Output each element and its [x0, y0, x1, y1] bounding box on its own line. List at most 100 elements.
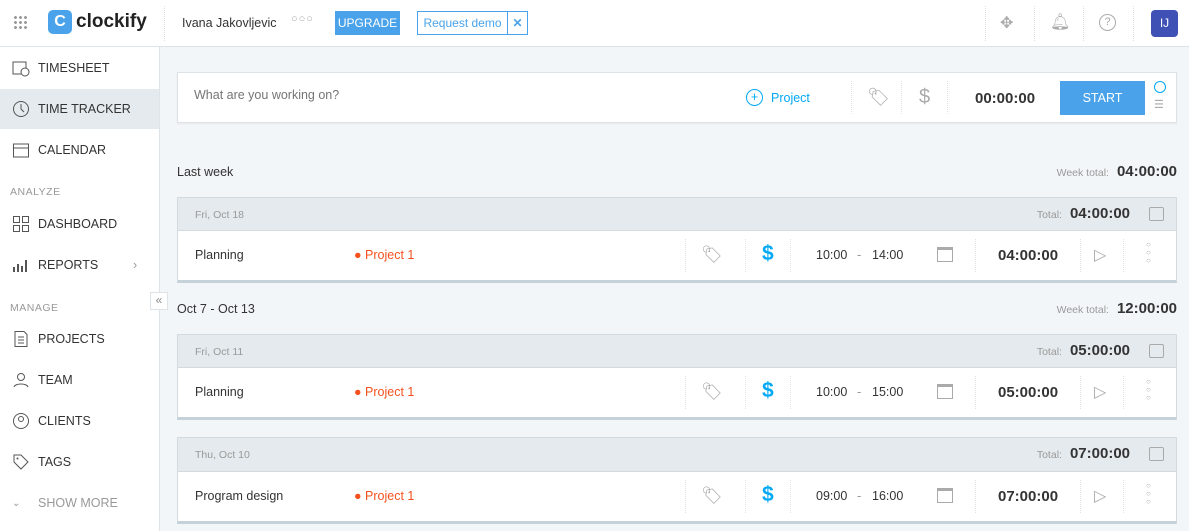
sidebar-item-reports[interactable]: REPORTS › [0, 245, 159, 285]
clockify-logo[interactable]: C clockify [48, 10, 147, 34]
sidebar-item-team[interactable]: TEAM [0, 360, 159, 400]
billable-icon[interactable]: $ [762, 242, 774, 266]
bulk-edit-icon[interactable] [1149, 447, 1164, 461]
sidebar-item-calendar[interactable]: CALENDAR [0, 130, 159, 170]
day-total: 05:00:00 [1069, 342, 1130, 359]
project-picker[interactable]: + Project [746, 89, 810, 106]
tag-icon[interactable]: 🏷︎ [701, 245, 723, 265]
entry-end-time[interactable]: 16:00 [872, 489, 903, 503]
section-analyze: ANALYZE [10, 186, 61, 198]
sidebar-item-projects[interactable]: PROJECTS [0, 319, 159, 359]
sidebar-item-clients[interactable]: CLIENTS [0, 401, 159, 441]
sidebar-item-dashboard[interactable]: DASHBOARD [0, 204, 159, 244]
day-total: 04:00:00 [1069, 205, 1130, 222]
reports-icon [13, 260, 27, 272]
sidebar-item-timesheet[interactable]: TIMESHEET [0, 48, 159, 88]
entry-end-time[interactable]: 15:00 [872, 385, 903, 399]
entry-end-time[interactable]: 14:00 [872, 248, 903, 262]
timer-mode-clock-icon[interactable] [1154, 81, 1166, 93]
week-header: Oct 7 - Oct 13 Week total: 12:00:00 [177, 300, 1177, 320]
help-icon[interactable]: ? [1099, 14, 1116, 31]
description-input[interactable] [194, 88, 694, 102]
entry-project[interactable]: ● Project 1 [354, 489, 414, 503]
section-manage: MANAGE [10, 302, 59, 314]
sidebar-item-label: PROJECTS [38, 332, 105, 346]
play-icon[interactable]: ▷ [1094, 382, 1106, 402]
entry-duration[interactable]: 05:00:00 [998, 384, 1058, 401]
day-date: Thu, Oct 10 [195, 449, 250, 461]
apps-grid-icon[interactable] [13, 15, 28, 30]
calendar-icon [13, 143, 29, 158]
more-options-icon[interactable]: ○ ○ ○ [1146, 378, 1154, 402]
sidebar-item-label: TEAM [38, 373, 73, 387]
close-icon[interactable]: ✕ [508, 12, 527, 34]
sidebar-item-label: CLIENTS [38, 414, 91, 428]
entry-duration[interactable]: 04:00:00 [998, 247, 1058, 264]
sidebar-item-time-tracker[interactable]: TIME TRACKER [0, 89, 159, 129]
week-total: 12:00:00 [1116, 300, 1177, 317]
sidebar-item-tags[interactable]: TAGS [0, 442, 159, 482]
billable-icon[interactable]: $ [919, 86, 930, 109]
entry-start-time[interactable]: 10:00 [816, 248, 847, 262]
more-dots-icon[interactable]: ○○○ [291, 13, 314, 25]
show-more-button[interactable]: ⌄ SHOW MORE [0, 483, 159, 523]
entry-description[interactable]: Program design [195, 489, 283, 503]
calendar-icon[interactable] [937, 384, 953, 399]
more-options-icon[interactable]: ○ ○ ○ [1146, 241, 1154, 265]
collapse-sidebar-button[interactable]: « [150, 292, 168, 310]
project-label: Project [771, 90, 810, 105]
bell-icon[interactable]: 🔔︎ [1050, 12, 1070, 32]
bulk-edit-icon[interactable] [1149, 207, 1164, 221]
brand-name: clockify [76, 11, 147, 32]
entry-description[interactable]: Planning [195, 248, 244, 262]
play-icon[interactable]: ▷ [1094, 245, 1106, 265]
tag-icon[interactable]: 🏷︎ [701, 382, 723, 402]
logo-icon: C [48, 10, 72, 34]
entry-project[interactable]: ● Project 1 [354, 385, 414, 399]
request-demo-button[interactable]: Request demo ✕ [417, 11, 528, 35]
day-total-label: Total: [1036, 209, 1062, 221]
entry-description[interactable]: Planning [195, 385, 244, 399]
time-entry-row: Planning ● Project 1 🏷︎ $ 10:00 - 14:00 … [177, 230, 1177, 283]
tag-icon[interactable]: 🏷︎ [701, 486, 723, 506]
avatar[interactable]: IJ [1151, 10, 1178, 37]
entry-start-time[interactable]: 10:00 [816, 385, 847, 399]
entry-project[interactable]: ● Project 1 [354, 248, 414, 262]
project-name: Project 1 [365, 489, 415, 503]
billable-icon[interactable]: $ [762, 379, 774, 403]
top-bar: C clockify Ivana Jakovljevic ○○○ UPGRADE… [0, 0, 1189, 47]
divider [1083, 6, 1084, 41]
sidebar-item-label: TAGS [38, 455, 72, 469]
clock-icon [13, 101, 29, 117]
day-date: Fri, Oct 11 [195, 346, 244, 358]
puzzle-icon[interactable]: ✥ [1000, 13, 1013, 33]
entry-duration[interactable]: 07:00:00 [998, 488, 1058, 505]
entry-start-time[interactable]: 09:00 [816, 489, 847, 503]
week-total-label: Week total: [1056, 304, 1109, 316]
divider [164, 6, 165, 41]
week-total: 04:00:00 [1116, 163, 1177, 180]
day-total-label: Total: [1036, 449, 1062, 461]
day-header: Fri, Oct 11 Total: 05:00:00 [177, 334, 1177, 368]
chevron-right-icon: › [133, 258, 138, 272]
workspace-user[interactable]: Ivana Jakovljevic [182, 16, 277, 30]
day-total: 07:00:00 [1069, 445, 1130, 462]
manual-mode-list-icon[interactable]: ☰ [1154, 98, 1164, 111]
time-entry-row: Planning ● Project 1 🏷︎ $ 10:00 - 15:00 … [177, 367, 1177, 420]
project-name: Project 1 [365, 248, 415, 262]
calendar-icon[interactable] [937, 247, 953, 262]
week-header: Last week Week total: 04:00:00 [177, 163, 1177, 183]
tag-icon [13, 454, 29, 470]
more-options-icon[interactable]: ○ ○ ○ [1146, 482, 1154, 506]
tag-icon[interactable]: 🏷︎ [867, 87, 890, 108]
billable-icon[interactable]: $ [762, 483, 774, 507]
week-title: Oct 7 - Oct 13 [177, 302, 255, 316]
upgrade-button[interactable]: UPGRADE [335, 11, 400, 35]
timesheet-icon [12, 61, 30, 77]
divider [1034, 6, 1035, 41]
start-button[interactable]: START [1060, 81, 1145, 115]
calendar-icon[interactable] [937, 488, 953, 503]
bulk-edit-icon[interactable] [1149, 344, 1164, 358]
play-icon[interactable]: ▷ [1094, 486, 1106, 506]
request-demo-label: Request demo [418, 12, 508, 34]
